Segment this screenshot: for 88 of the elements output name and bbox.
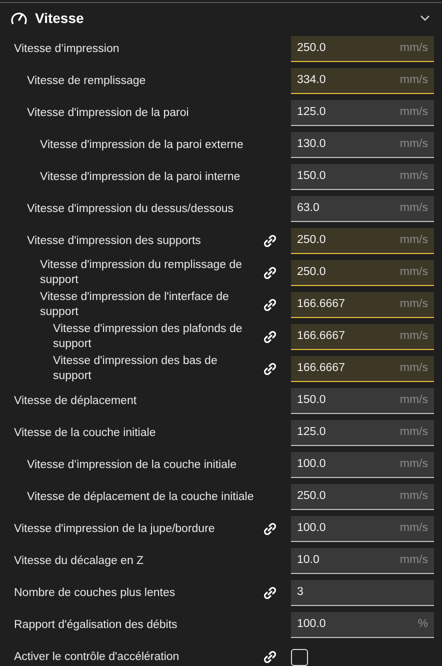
link-icon[interactable] <box>261 584 279 602</box>
unit-text: mm/s <box>400 200 428 216</box>
value-text: 150.0 <box>297 168 327 184</box>
value-text: 166.6667 <box>297 360 346 376</box>
value-text: 334.0 <box>297 72 327 88</box>
value-text: 63.0 <box>297 200 320 216</box>
unit-text: mm/s <box>400 296 428 312</box>
value-text: 100.0 <box>297 520 327 536</box>
value-text: 166.6667 <box>297 328 346 344</box>
value-field[interactable]: 10.0 mm/s <box>291 548 434 574</box>
setting-label: Vitesse d'impression de la paroi <box>27 106 190 120</box>
unit-text: mm/s <box>400 232 428 248</box>
value-field[interactable]: 250.0 mm/s <box>291 36 434 62</box>
value-text: 3 <box>297 584 304 600</box>
setting-label: Vitesse de déplacement <box>14 394 138 408</box>
setting-label: Vitesse de la couche initiale <box>14 426 157 440</box>
value-text: 150.0 <box>297 392 327 408</box>
link-icon[interactable] <box>261 296 279 314</box>
value-text: 130.0 <box>297 136 327 152</box>
value-field[interactable]: 100.0 mm/s <box>291 516 434 542</box>
link-icon[interactable] <box>261 232 279 250</box>
value-field[interactable]: 166.6667 mm/s <box>291 292 434 318</box>
value-field[interactable]: 130.0 mm/s <box>291 132 434 158</box>
unit-text: mm/s <box>400 360 428 376</box>
setting-label: Vitesse d'impression de la paroi interne <box>40 170 242 184</box>
setting-label: Vitesse d'impression des supports <box>27 234 202 248</box>
unit-text: % <box>418 616 428 632</box>
unit-text: mm/s <box>400 456 428 472</box>
link-icon[interactable] <box>261 264 279 282</box>
setting-label: Vitesse de déplacement de la couche initiale <box>27 490 255 504</box>
value-field[interactable]: 166.6667 mm/s <box>291 324 434 350</box>
unit-text: mm/s <box>400 72 428 88</box>
setting-label: Vitesse d'impression du remplissage de support <box>40 258 244 288</box>
value-text: 250.0 <box>297 40 327 56</box>
value-field[interactable]: 125.0 mm/s <box>291 100 434 126</box>
value-text: 250.0 <box>297 488 327 504</box>
link-icon[interactable] <box>261 360 279 378</box>
value-field[interactable]: 63.0 mm/s <box>291 196 434 222</box>
value-field[interactable]: 100.0 mm/s <box>291 452 434 478</box>
value-text: 125.0 <box>297 424 327 440</box>
value-text: 250.0 <box>297 264 327 280</box>
gauge-icon <box>10 10 28 26</box>
value-field[interactable]: 150.0 mm/s <box>291 388 434 414</box>
value-text: 166.6667 <box>297 296 346 312</box>
setting-label: Vitesse d'impression de la jupe/bordure <box>14 522 216 536</box>
link-icon[interactable] <box>261 648 279 666</box>
checkbox[interactable] <box>291 648 308 666</box>
unit-text: mm/s <box>400 552 428 568</box>
value-field[interactable]: 166.6667 mm/s <box>291 356 434 382</box>
value-field[interactable]: 150.0 mm/s <box>291 164 434 190</box>
section-title: Vitesse <box>35 8 85 28</box>
unit-text: mm/s <box>400 264 428 280</box>
link-icon[interactable] <box>261 520 279 538</box>
unit-text: mm/s <box>400 168 428 184</box>
value-field[interactable]: 3 <box>291 580 434 606</box>
setting-label: Vitesse du décalage en Z <box>14 554 145 568</box>
value-text: 10.0 <box>297 552 320 568</box>
setting-label: Vitesse d’impression <box>14 42 120 56</box>
unit-text: mm/s <box>400 40 428 56</box>
unit-text: mm/s <box>400 328 428 344</box>
value-field[interactable]: 250.0 mm/s <box>291 484 434 510</box>
unit-text: mm/s <box>400 488 428 504</box>
value-field[interactable]: 125.0 mm/s <box>291 420 434 446</box>
setting-label: Vitesse d'impression de l'interface de support <box>40 290 230 320</box>
setting-label: Vitesse d'impression des bas de support <box>53 354 218 384</box>
setting-label: Vitesse d'impression du dessus/dessous <box>27 202 235 216</box>
unit-text: mm/s <box>400 136 428 152</box>
value-text: 100.0 <box>297 456 327 472</box>
value-text: 125.0 <box>297 104 327 120</box>
value-text: 100.0 <box>297 616 327 632</box>
unit-text: mm/s <box>400 424 428 440</box>
unit-text: mm/s <box>400 104 428 120</box>
chevron-icon[interactable] <box>420 14 430 22</box>
setting-label: Activer le contrôle d'accélération <box>14 650 180 664</box>
value-field[interactable]: 250.0 mm/s <box>291 260 434 286</box>
setting-label: Vitesse d’impression de la couche initiale <box>27 458 238 472</box>
value-field[interactable]: 334.0 mm/s <box>291 68 434 94</box>
setting-label: Vitesse d'impression des plafonds de support <box>53 322 244 352</box>
setting-label: Rapport d'égalisation des débits <box>14 618 178 632</box>
link-icon[interactable] <box>261 328 279 346</box>
value-text: 250.0 <box>297 232 327 248</box>
unit-text: mm/s <box>400 392 428 408</box>
setting-label: Nombre de couches plus lentes <box>14 586 176 600</box>
value-field[interactable]: 100.0 % <box>291 612 434 638</box>
setting-label: Vitesse de remplissage <box>27 74 147 88</box>
value-field[interactable]: 250.0 mm/s <box>291 228 434 254</box>
setting-label: Vitesse d'impression de la paroi externe <box>40 138 244 152</box>
unit-text: mm/s <box>400 520 428 536</box>
